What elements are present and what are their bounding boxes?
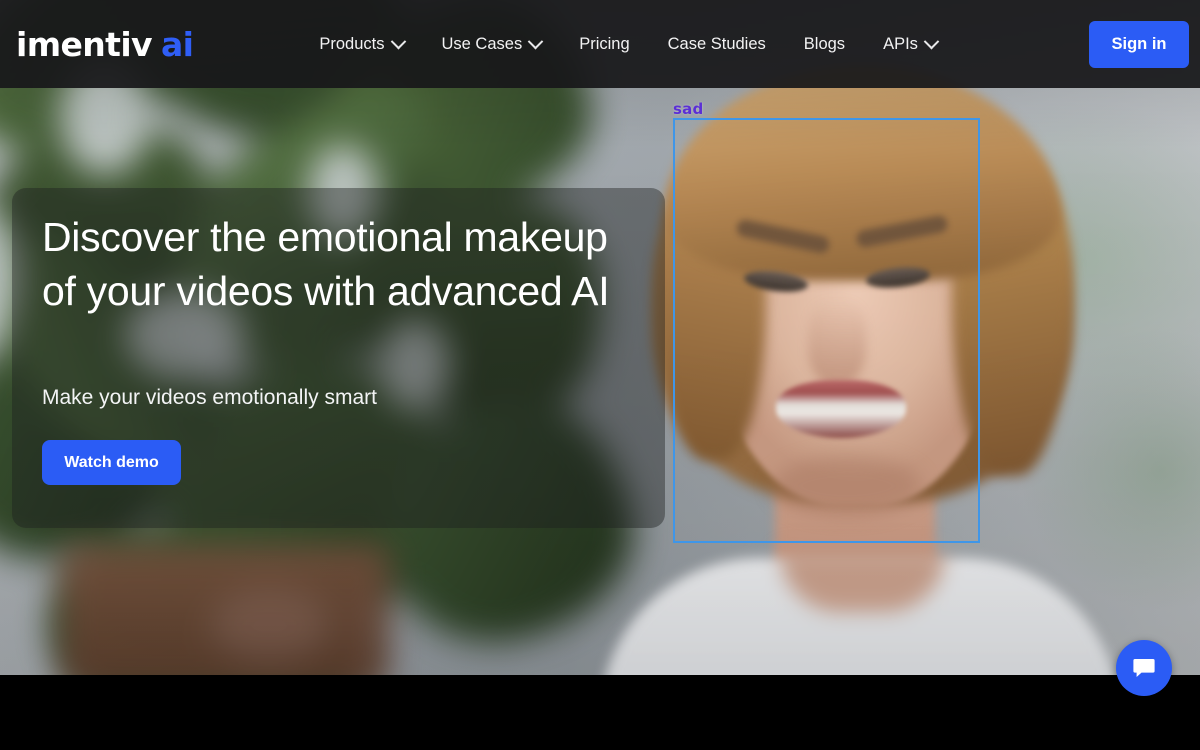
chat-bubble-icon	[1133, 659, 1155, 677]
site-header: imentiv ai Products Use Cases Pricing Ca…	[0, 0, 1200, 88]
background-plant-pot	[60, 545, 390, 675]
sign-in-button[interactable]: Sign in	[1089, 21, 1189, 68]
nav-item-pricing[interactable]: Pricing	[560, 25, 648, 64]
chevron-down-icon	[923, 33, 940, 49]
nav-label: Blogs	[803, 34, 846, 53]
chevron-down-icon	[390, 33, 406, 49]
chat-widget-button[interactable]	[1116, 640, 1172, 696]
emotion-label: sad	[673, 100, 704, 118]
nav-item-use-cases[interactable]: Use Cases	[423, 25, 561, 64]
hero-card: Discover the emotional makeup of your vi…	[12, 188, 665, 528]
nav-item-apis[interactable]: APIs	[864, 25, 956, 64]
logo-accent: ai	[160, 24, 194, 64]
hero-subtitle: Make your videos emotionally smart	[42, 386, 377, 409]
page-root: sad imentiv ai Products Use Cases Pricin…	[0, 0, 1200, 750]
nav-label: Products	[319, 34, 385, 53]
nav-label: Case Studies	[667, 34, 766, 53]
video-control-bar	[0, 675, 1200, 750]
nav-item-products[interactable]: Products	[300, 25, 422, 64]
page-title: Discover the emotional makeup of your vi…	[42, 214, 610, 314]
nav-label: Use Cases	[441, 34, 523, 53]
watch-demo-button[interactable]: Watch demo	[42, 440, 181, 485]
nav-item-case-studies[interactable]: Case Studies	[649, 25, 785, 64]
chevron-down-icon	[527, 33, 544, 49]
nav-item-blogs[interactable]: Blogs	[785, 25, 864, 64]
nav-label: Pricing	[579, 34, 630, 53]
logo-word: imentiv	[16, 24, 153, 64]
main-navigation: Products Use Cases Pricing Case Studies …	[300, 25, 956, 64]
nav-label: APIs	[883, 34, 918, 53]
logo[interactable]: imentiv ai	[16, 24, 194, 64]
